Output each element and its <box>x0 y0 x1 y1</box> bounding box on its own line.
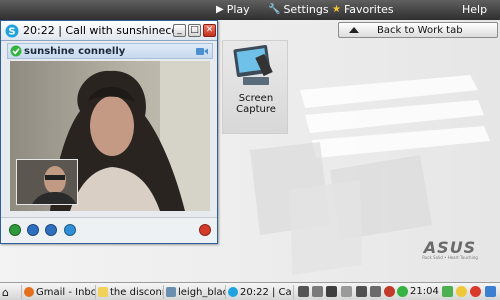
screen-capture-label-line2: Capture <box>236 104 276 115</box>
self-video-image <box>17 160 77 204</box>
video-camera-icon <box>196 48 208 55</box>
skype-call-window: S 20:22 | Call with sunshineco _ □ ✕ sun… <box>0 20 218 244</box>
battery-icon[interactable] <box>341 286 352 297</box>
asus-logo: ASUS Rock Solid • Heart Touching <box>410 238 490 260</box>
wifi-icon[interactable] <box>356 286 367 297</box>
taskbar-item-label: the disconn <box>110 286 164 298</box>
self-video-preview <box>16 159 78 205</box>
screen-capture-label-line1: Screen <box>238 93 274 104</box>
document-icon <box>98 287 108 297</box>
screen-capture-label: Screen Capture <box>223 93 289 115</box>
network-icon[interactable] <box>298 286 309 297</box>
top-menubar: ▶ Play 🔧 Settings ★ Favorites Help <box>0 0 500 20</box>
favorites-menu[interactable]: ★ Favorites <box>332 3 394 16</box>
green-status-icon[interactable] <box>442 286 453 297</box>
taskbar-item-skype-call[interactable]: 20:22 | Ca <box>228 285 294 299</box>
contact-name: sunshine connelly <box>24 45 126 57</box>
settings-menu[interactable]: 🔧 Settings <box>268 3 329 16</box>
add-call-button[interactable] <box>9 224 21 236</box>
keyboard-icon[interactable] <box>312 286 323 297</box>
screen-capture-icon <box>233 45 273 85</box>
taskbar-item-gmail[interactable]: Gmail - Inbo <box>24 285 96 299</box>
call-window-titlebar[interactable]: S 20:22 | Call with sunshineco _ □ ✕ <box>1 21 217 41</box>
contact-header: sunshine connelly <box>7 43 213 59</box>
dialpad-button[interactable] <box>45 224 57 236</box>
notification-icon[interactable] <box>485 286 496 297</box>
clock[interactable]: 21:04 <box>410 286 439 297</box>
taskbar: ⌂ Gmail - Inbo the disconn leigh_blacka … <box>0 282 500 300</box>
up-arrow-icon <box>349 27 359 33</box>
taskbar-item-label: leigh_blacka <box>178 286 225 298</box>
alert-icon[interactable] <box>384 286 395 297</box>
help-label: Help <box>462 3 488 16</box>
desktop: Back to Work tab Screen Capture ASUS Roc… <box>0 20 500 282</box>
remote-video-feed <box>10 61 210 211</box>
screen-capture-shortcut[interactable]: Screen Capture <box>222 40 288 134</box>
taskbar-item-document[interactable]: the disconn <box>98 285 164 299</box>
back-to-work-tab-button[interactable]: Back to Work tab <box>338 22 498 38</box>
skype-menu-button[interactable] <box>64 224 76 236</box>
play-icon: ▶ <box>216 4 224 15</box>
online-status-icon <box>10 45 22 57</box>
skype-status-icon[interactable] <box>397 286 408 297</box>
favorites-label: Favorites <box>343 3 394 16</box>
maximize-button[interactable]: □ <box>188 24 201 37</box>
play-label: Play <box>226 3 250 16</box>
star-icon: ★ <box>332 4 341 15</box>
volume-icon[interactable] <box>370 286 381 297</box>
call-controls-toolbar <box>1 217 217 243</box>
skype-icon <box>228 287 238 297</box>
minimize-button[interactable]: _ <box>173 24 186 37</box>
taskbar-item-image[interactable]: leigh_blacka <box>166 285 226 299</box>
smiley-icon[interactable] <box>456 286 467 297</box>
skype-icon: S <box>5 24 19 38</box>
start-home-button[interactable]: ⌂ <box>2 285 22 299</box>
play-menu[interactable]: ▶ Play <box>216 3 250 16</box>
display-icon[interactable] <box>326 286 337 297</box>
back-to-work-tab-label: Back to Work tab <box>377 24 463 36</box>
image-icon <box>166 287 176 297</box>
settings-label: Settings <box>283 3 329 16</box>
wrench-icon: 🔧 <box>268 4 281 15</box>
home-icon: ⌂ <box>2 285 9 299</box>
taskbar-item-label: Gmail - Inbo <box>36 286 96 298</box>
mute-microphone-button[interactable] <box>27 224 39 236</box>
close-button[interactable]: ✕ <box>203 24 216 37</box>
call-window-title: 20:22 | Call with sunshineco <box>23 24 179 37</box>
help-menu[interactable]: Help <box>462 3 487 16</box>
hang-up-button[interactable] <box>199 224 211 236</box>
asus-tagline: Rock Solid • Heart Touching <box>422 255 478 260</box>
taskbar-item-label: 20:22 | Ca <box>240 286 292 298</box>
power-icon[interactable] <box>470 286 481 297</box>
svg-text:S: S <box>8 27 15 38</box>
firefox-icon <box>24 287 34 297</box>
